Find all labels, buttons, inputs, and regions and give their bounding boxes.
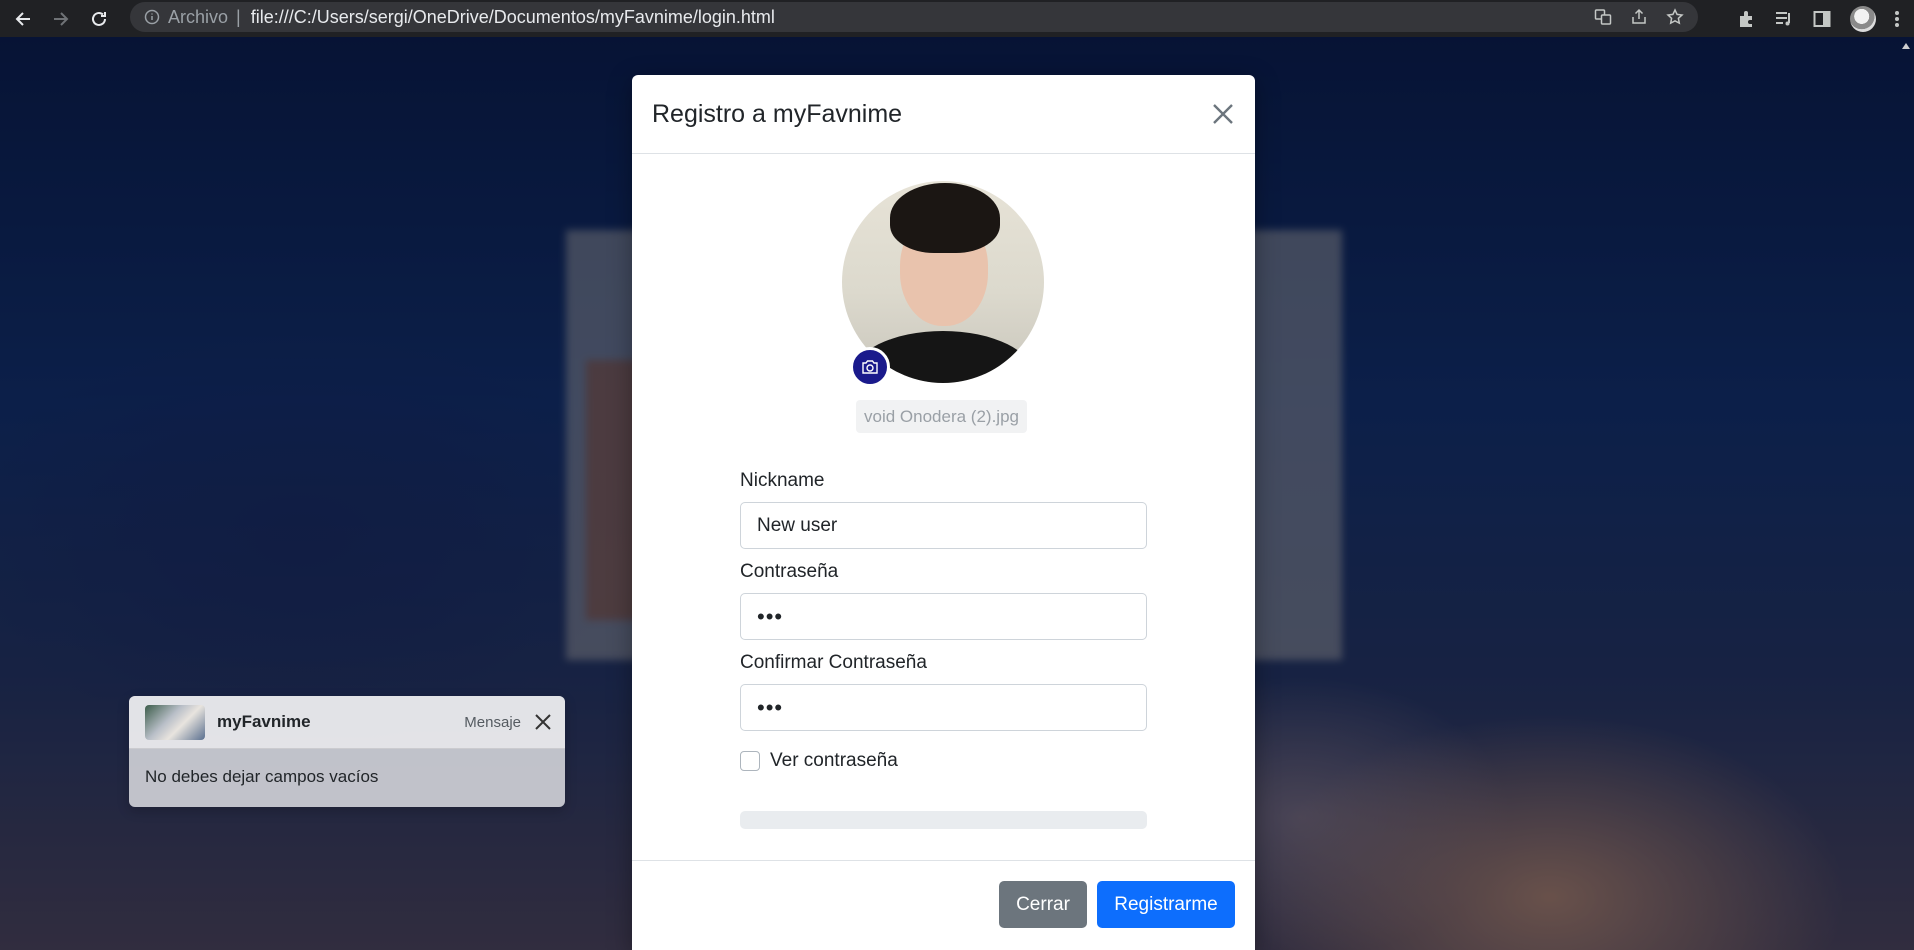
media-icon[interactable] bbox=[1774, 9, 1794, 29]
avatar-container bbox=[842, 181, 1044, 387]
nickname-input[interactable]: New user bbox=[740, 502, 1147, 549]
modal-header: Registro a myFavnime bbox=[632, 75, 1255, 154]
show-password-row: Ver contraseña bbox=[740, 749, 1147, 773]
close-icon[interactable] bbox=[1211, 102, 1235, 126]
close-icon[interactable] bbox=[533, 712, 553, 732]
toast-notification: myFavnime Mensaje No debes dejar campos … bbox=[129, 696, 565, 807]
toolbar-icons bbox=[1736, 0, 1900, 37]
password-input[interactable]: ••• bbox=[740, 593, 1147, 640]
toast-message: No debes dejar campos vacíos bbox=[145, 767, 379, 786]
share-icon[interactable] bbox=[1630, 8, 1648, 26]
modal-footer: Cerrar Registrarme bbox=[632, 860, 1255, 950]
modal-title: Registro a myFavnime bbox=[652, 99, 903, 128]
profile-avatar[interactable] bbox=[1850, 5, 1876, 32]
confirm-password-label: Confirmar Contraseña bbox=[740, 652, 927, 673]
avatar-hair bbox=[890, 183, 1000, 253]
confirm-password-input[interactable]: ••• bbox=[740, 684, 1147, 731]
camera-icon[interactable] bbox=[850, 347, 890, 387]
progress-bar bbox=[740, 811, 1147, 829]
nickname-label: Nickname bbox=[740, 470, 825, 491]
register-button[interactable]: Registrarme bbox=[1097, 881, 1235, 928]
register-form: Nickname New user Contraseña ••• Confirm… bbox=[740, 470, 1147, 829]
back-arrow-icon[interactable] bbox=[6, 4, 40, 34]
translate-icon[interactable] bbox=[1594, 8, 1612, 26]
toast-app-logo bbox=[145, 704, 205, 740]
show-password-checkbox[interactable] bbox=[740, 751, 760, 771]
address-bar[interactable]: Archivo | file:///C:/Users/sergi/OneDriv… bbox=[130, 2, 1698, 32]
close-button[interactable]: Cerrar bbox=[999, 881, 1087, 928]
password-label: Contraseña bbox=[740, 561, 839, 582]
page-scrollbar[interactable] bbox=[1898, 37, 1914, 950]
toast-title: myFavnime bbox=[217, 712, 311, 731]
selected-filename: void Onodera (2).jpg bbox=[856, 400, 1027, 433]
omnibox-actions bbox=[1594, 2, 1684, 32]
toast-meta: Mensaje bbox=[464, 713, 521, 731]
kebab-menu-icon[interactable] bbox=[1894, 9, 1900, 29]
show-password-label[interactable]: Ver contraseña bbox=[770, 750, 898, 772]
info-icon[interactable] bbox=[144, 9, 160, 25]
reload-icon[interactable] bbox=[82, 4, 116, 34]
modal-body: void Onodera (2).jpg Nickname New user C… bbox=[632, 154, 1255, 860]
url-text[interactable]: file:///C:/Users/sergi/OneDrive/Document… bbox=[251, 7, 775, 28]
toast-header: myFavnime Mensaje bbox=[129, 696, 565, 749]
scroll-up-icon[interactable] bbox=[1902, 43, 1910, 49]
forward-arrow-icon[interactable] bbox=[44, 4, 78, 34]
register-modal: Registro a myFavnime void Onodera (2).jp… bbox=[632, 75, 1255, 950]
omnibox-separator: | bbox=[236, 6, 241, 27]
star-icon[interactable] bbox=[1666, 8, 1684, 26]
extensions-icon[interactable] bbox=[1736, 9, 1756, 29]
side-panel-icon[interactable] bbox=[1812, 9, 1832, 29]
browser-toolbar: Archivo | file:///C:/Users/sergi/OneDriv… bbox=[0, 0, 1914, 37]
scheme-label: Archivo bbox=[168, 6, 229, 27]
